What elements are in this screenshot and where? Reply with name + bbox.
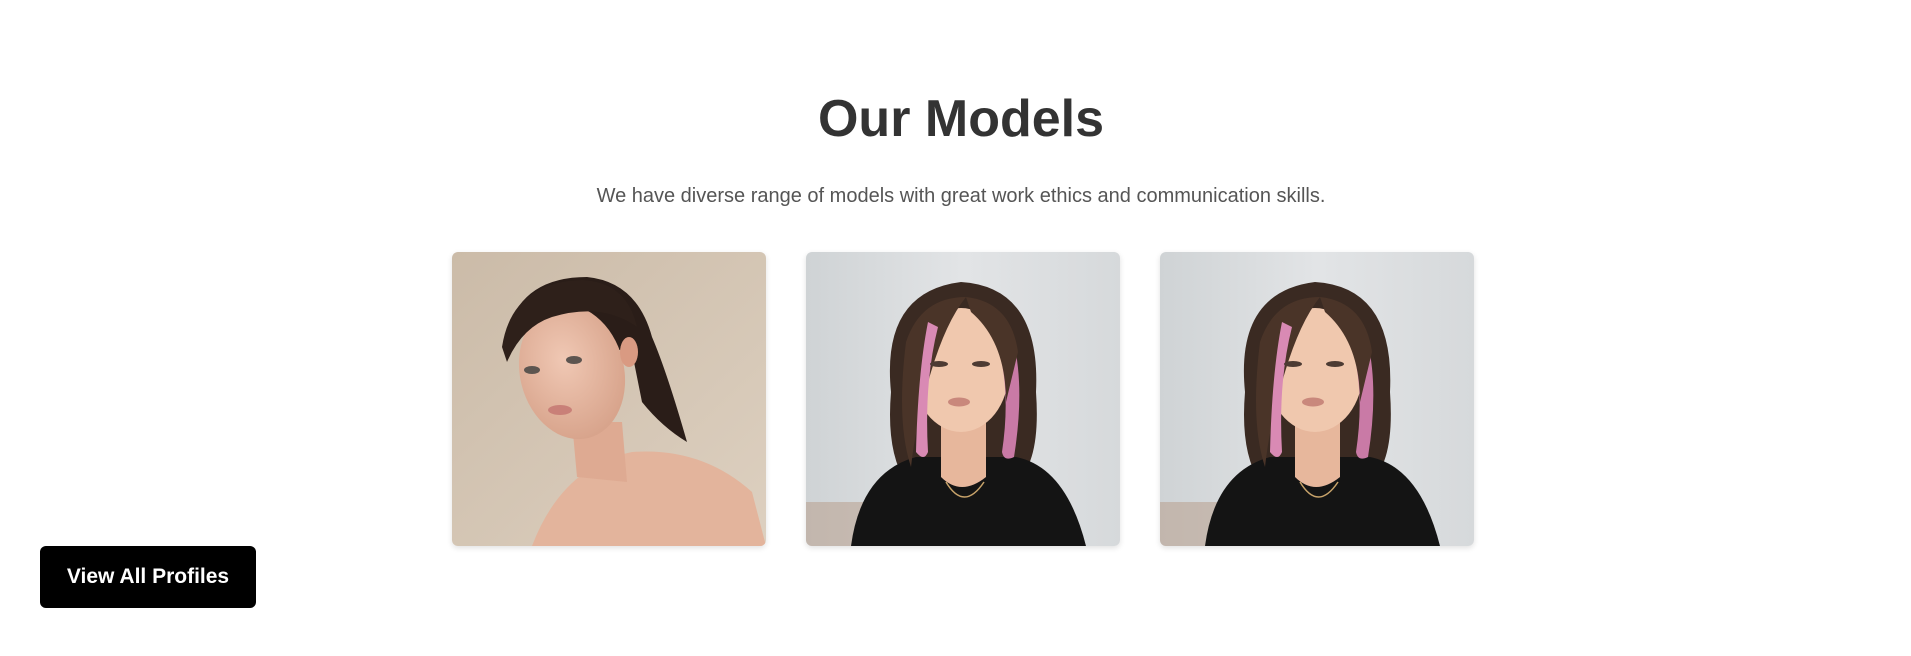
model-photo-3 [1160, 252, 1474, 546]
model-photo-1 [452, 252, 766, 546]
model-gallery [452, 252, 1474, 546]
model-card-2[interactable] [806, 252, 1120, 546]
model-photo-2 [806, 252, 1120, 546]
model-card-3[interactable] [1160, 252, 1474, 546]
view-all-profiles-button[interactable]: View All Profiles [40, 546, 256, 608]
section-subtitle: We have diverse range of models with gre… [596, 185, 1326, 207]
model-card-1[interactable] [452, 252, 766, 546]
section-title: Our Models [817, 90, 1105, 148]
